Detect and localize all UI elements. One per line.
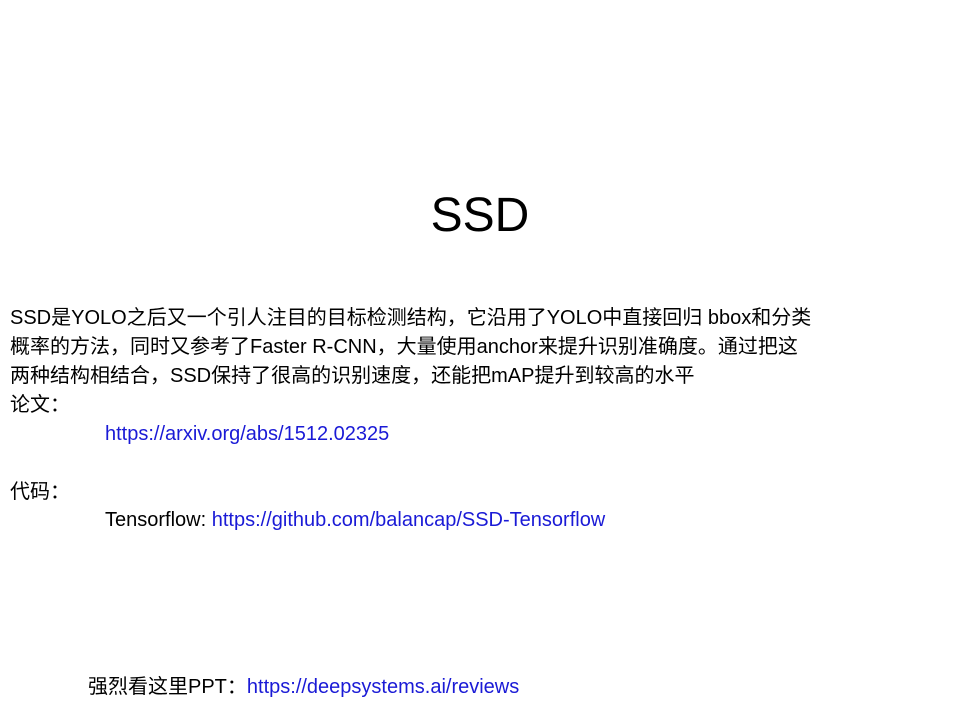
paper-link-line: https://arxiv.org/abs/1512.02325 <box>105 420 389 449</box>
slide-title: SSD <box>430 189 530 242</box>
footer-link[interactable]: https://deepsystems.ai/reviews <box>247 676 519 698</box>
paper-link[interactable]: https://arxiv.org/abs/1512.02325 <box>105 423 389 445</box>
description-paragraph: SSD是YOLO之后又一个引人注目的目标检测结构，它沿用了YOLO中直接回归 b… <box>10 304 945 391</box>
description-line: SSD是YOLO之后又一个引人注目的目标检测结构，它沿用了YOLO中直接回归 b… <box>10 307 812 329</box>
footer-label: 强烈看这里PPT： <box>88 676 247 698</box>
code-link[interactable]: https://github.com/balancap/SSD-Tensorfl… <box>212 509 606 531</box>
footer-note: 强烈看这里PPT：https://deepsystems.ai/reviews <box>88 673 519 702</box>
code-label: 代码： <box>10 481 70 503</box>
description-line: 概率的方法，同时又参考了Faster R-CNN，大量使用anchor来提升识别… <box>10 336 798 358</box>
description-line: 两种结构相结合，SSD保持了很高的识别速度，还能把mAP提升到较高的水平 <box>10 365 695 387</box>
slide: SSD SSD是YOLO之后又一个引人注目的目标检测结构，它沿用了YOLO中直接… <box>0 0 960 720</box>
paper-label: 论文： <box>10 394 70 416</box>
code-framework-label: Tensorflow: <box>105 509 212 531</box>
code-link-line: Tensorflow: https://github.com/balancap/… <box>105 506 605 535</box>
